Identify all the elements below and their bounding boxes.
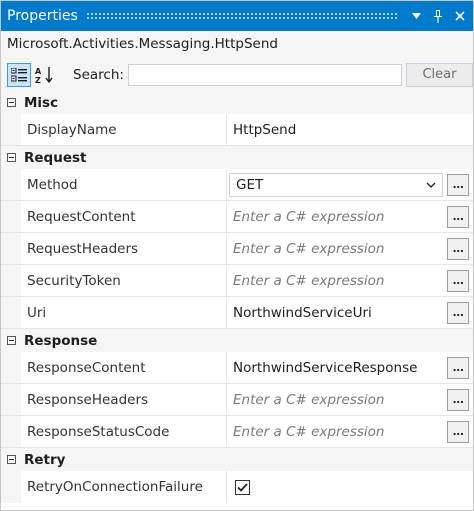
property-name[interactable]: Uri: [21, 297, 227, 328]
expression-placeholder[interactable]: Enter a C# expression: [233, 273, 443, 289]
title-grip[interactable]: [85, 12, 399, 20]
ellipsis-button[interactable]: ...: [447, 301, 469, 324]
property-value[interactable]: GET ...: [227, 169, 473, 200]
row-gutter: [1, 114, 21, 145]
property-value[interactable]: Enter a C# expression ...: [227, 416, 473, 447]
retry-checkbox[interactable]: [235, 479, 250, 495]
property-name[interactable]: DisplayName: [21, 114, 227, 145]
property-row-responsecontent[interactable]: ResponseContent NorthwindServiceResponse…: [1, 352, 473, 384]
row-gutter: [1, 416, 21, 447]
row-gutter: [1, 297, 21, 328]
property-name[interactable]: ResponseHeaders: [21, 384, 227, 415]
property-value[interactable]: [227, 471, 473, 503]
property-name[interactable]: RetryOnConnectionFailure: [21, 471, 227, 503]
property-row-responseheaders[interactable]: ResponseHeaders Enter a C# expression ..…: [1, 384, 473, 416]
displayname-value[interactable]: HttpSend: [233, 122, 469, 138]
pin-icon[interactable]: [429, 7, 447, 25]
property-value[interactable]: HttpSend: [227, 114, 473, 145]
checkmark-icon: [237, 482, 248, 492]
uri-value[interactable]: NorthwindServiceUri: [233, 305, 443, 321]
clear-button[interactable]: Clear: [405, 62, 473, 87]
property-row-requestheaders[interactable]: RequestHeaders Enter a C# expression ...: [1, 233, 473, 265]
category-misc[interactable]: Misc: [1, 91, 473, 114]
responsecontent-value[interactable]: NorthwindServiceResponse: [233, 360, 443, 376]
panel-title: Properties: [7, 8, 78, 24]
property-value[interactable]: NorthwindServiceUri ...: [227, 297, 473, 328]
property-name[interactable]: Method: [21, 169, 227, 200]
alphabetical-sort-icon[interactable]: A Z: [33, 63, 57, 87]
ellipsis-button[interactable]: ...: [447, 356, 469, 379]
property-value[interactable]: Enter a C# expression ...: [227, 201, 473, 232]
collapse-icon[interactable]: [7, 336, 16, 345]
category-label: Request: [24, 149, 87, 166]
collapse-icon[interactable]: [7, 153, 16, 162]
property-row-uri[interactable]: Uri NorthwindServiceUri ...: [1, 297, 473, 329]
collapse-icon[interactable]: [7, 98, 16, 107]
expression-placeholder[interactable]: Enter a C# expression: [233, 241, 443, 257]
category-label: Misc: [24, 94, 59, 111]
property-value[interactable]: Enter a C# expression ...: [227, 384, 473, 415]
property-name[interactable]: RequestContent: [21, 201, 227, 232]
category-response[interactable]: Response: [1, 329, 473, 352]
row-gutter: [1, 233, 21, 264]
toolbar: A Z Search: Clear: [1, 58, 473, 91]
search-input[interactable]: [127, 63, 402, 86]
close-icon[interactable]: [451, 7, 469, 25]
ellipsis-button[interactable]: ...: [447, 269, 469, 292]
property-grid: Misc DisplayName HttpSend Request Method…: [1, 91, 473, 503]
property-name[interactable]: ResponseStatusCode: [21, 416, 227, 447]
row-gutter: [1, 384, 21, 415]
row-gutter: [1, 352, 21, 383]
method-value: GET: [236, 176, 264, 193]
ellipsis-button[interactable]: ...: [447, 173, 469, 196]
category-retry[interactable]: Retry: [1, 448, 473, 471]
expression-placeholder[interactable]: Enter a C# expression: [233, 209, 443, 225]
category-label: Retry: [24, 451, 66, 468]
property-row-retryonconnectionfailure[interactable]: RetryOnConnectionFailure: [1, 471, 473, 503]
svg-text:A: A: [35, 67, 42, 76]
property-row-method[interactable]: Method GET ...: [1, 169, 473, 201]
property-name[interactable]: RequestHeaders: [21, 233, 227, 264]
svg-text:Z: Z: [35, 76, 41, 84]
title-bar[interactable]: Properties: [1, 1, 473, 31]
property-row-requestcontent[interactable]: RequestContent Enter a C# expression ...: [1, 201, 473, 233]
row-gutter: [1, 169, 21, 200]
ellipsis-button[interactable]: ...: [447, 205, 469, 228]
property-row-responsestatuscode[interactable]: ResponseStatusCode Enter a C# expression…: [1, 416, 473, 448]
category-label: Response: [24, 332, 98, 349]
property-row-displayname[interactable]: DisplayName HttpSend: [1, 114, 473, 146]
chevron-down-icon[interactable]: [426, 182, 436, 188]
search-label: Search:: [73, 66, 124, 83]
collapse-icon[interactable]: [7, 455, 16, 464]
ellipsis-button[interactable]: ...: [447, 388, 469, 411]
property-name[interactable]: ResponseContent: [21, 352, 227, 383]
row-gutter: [1, 471, 21, 503]
property-row-securitytoken[interactable]: SecurityToken Enter a C# expression ...: [1, 265, 473, 297]
ellipsis-button[interactable]: ...: [447, 420, 469, 443]
row-gutter: [1, 201, 21, 232]
property-value[interactable]: NorthwindServiceResponse ...: [227, 352, 473, 383]
category-request[interactable]: Request: [1, 146, 473, 169]
property-name[interactable]: SecurityToken: [21, 265, 227, 296]
property-value[interactable]: Enter a C# expression ...: [227, 233, 473, 264]
ellipsis-button[interactable]: ...: [447, 237, 469, 260]
properties-panel: Properties Microsoft.Activities.Messagin…: [0, 0, 474, 511]
row-gutter: [1, 265, 21, 296]
expression-placeholder[interactable]: Enter a C# expression: [233, 424, 443, 440]
expression-placeholder[interactable]: Enter a C# expression: [233, 392, 443, 408]
dropdown-icon[interactable]: [407, 7, 425, 25]
property-value[interactable]: Enter a C# expression ...: [227, 265, 473, 296]
object-type-name: Microsoft.Activities.Messaging.HttpSend: [1, 31, 473, 58]
categorized-icon[interactable]: [7, 62, 31, 87]
method-dropdown[interactable]: GET: [229, 172, 443, 197]
